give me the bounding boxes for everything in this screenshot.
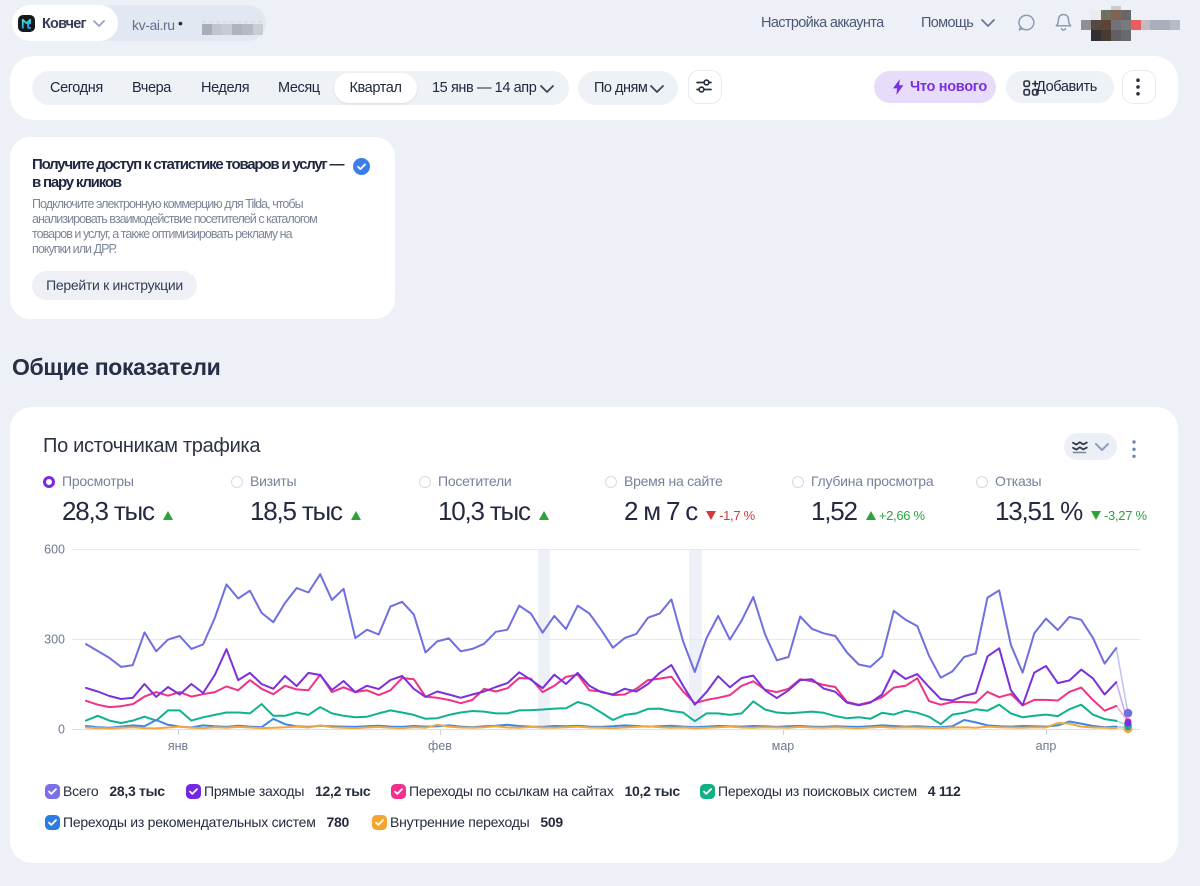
svg-text:600: 600	[44, 543, 65, 557]
svg-text:0: 0	[58, 723, 65, 737]
svg-text:мар: мар	[772, 739, 795, 753]
svg-text:300: 300	[44, 633, 65, 647]
svg-text:янв: янв	[168, 739, 189, 753]
svg-text:фев: фев	[428, 739, 452, 753]
svg-text:апр: апр	[1036, 739, 1057, 753]
